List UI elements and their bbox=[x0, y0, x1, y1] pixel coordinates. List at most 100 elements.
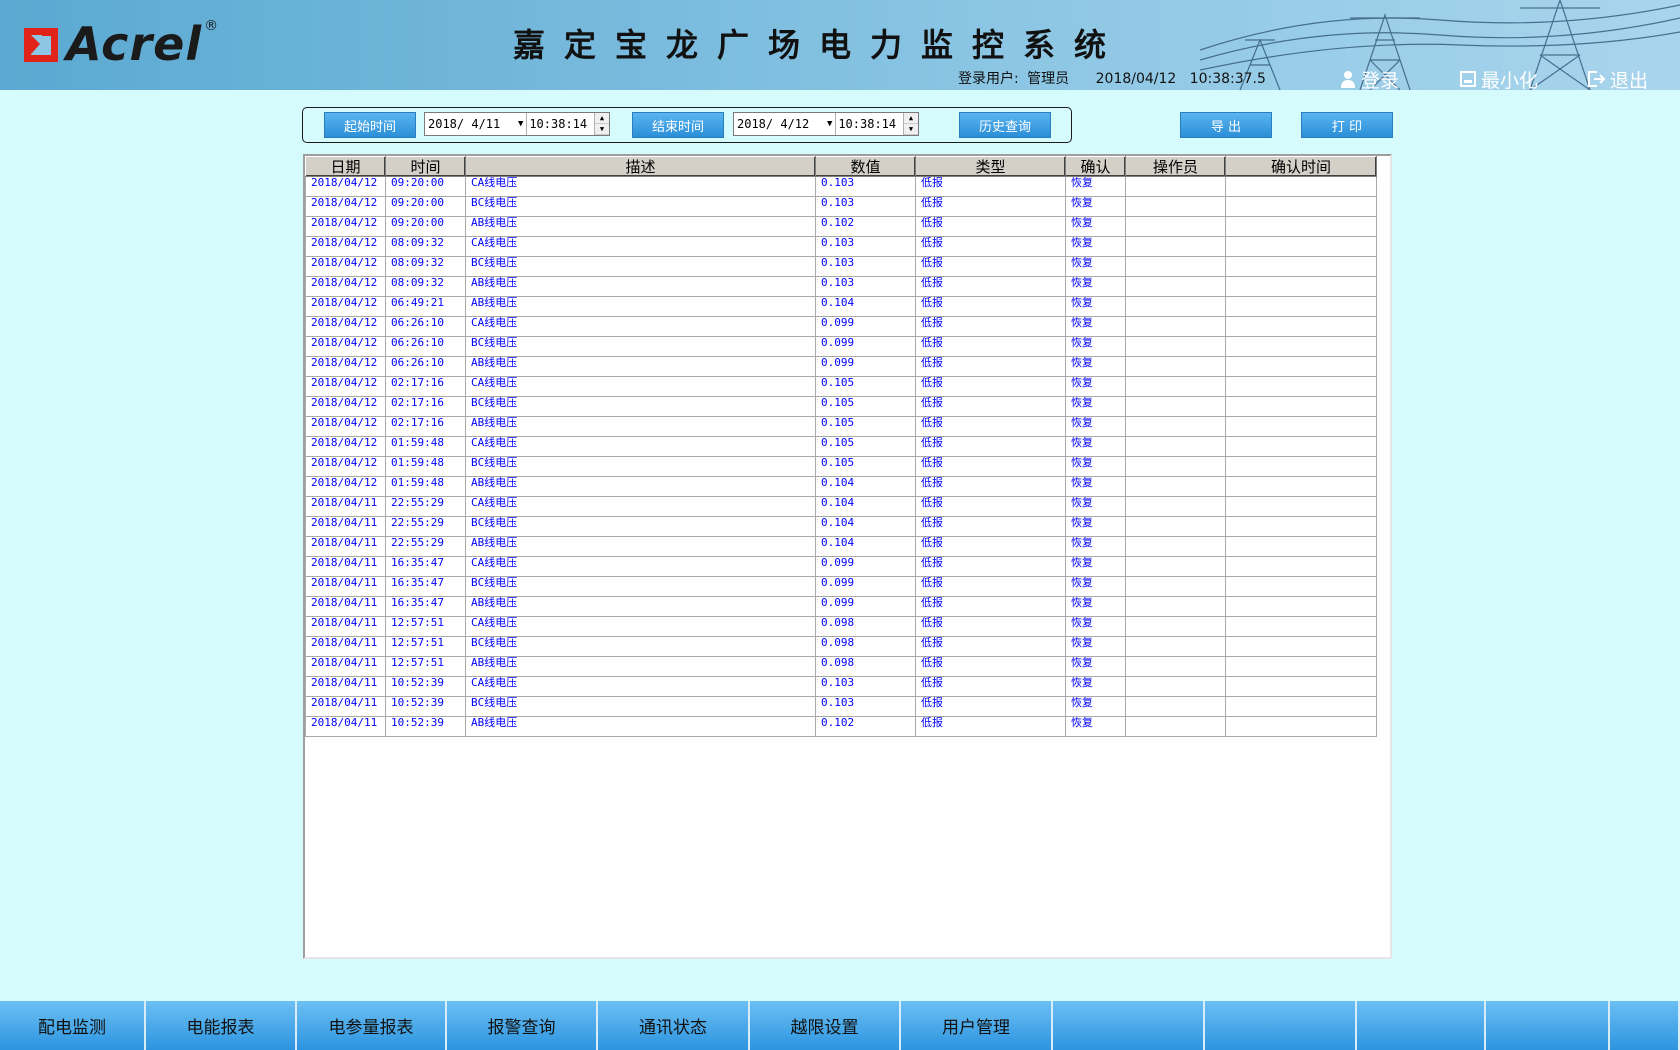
date-cell: 2018/04/12 bbox=[305, 256, 386, 277]
table-row[interactable]: 2018/04/11 12:57:51 CA线电压 0.098 低报 恢复 bbox=[305, 616, 1377, 637]
table-row[interactable]: 2018/04/12 08:09:32 BC线电压 0.103 低报 恢复 bbox=[305, 256, 1377, 277]
confirm-time-cell bbox=[1225, 356, 1377, 377]
table-row[interactable]: 2018/04/12 06:26:10 AB线电压 0.099 低报 恢复 bbox=[305, 356, 1377, 377]
date-cell: 2018/04/12 bbox=[305, 376, 386, 397]
nav-item[interactable]: 越限设置 bbox=[750, 1001, 901, 1050]
end-datetime-picker[interactable]: 2018/ 4/12 ▼ 10:38:14 ▲ ▼ bbox=[733, 112, 919, 136]
table-row[interactable]: 2018/04/11 22:55:29 AB线电压 0.104 低报 恢复 bbox=[305, 536, 1377, 557]
nav-item[interactable]: 通讯状态 bbox=[598, 1001, 750, 1050]
start-datetime-picker[interactable]: 2018/ 4/11 ▼ 10:38:14 ▲ ▼ bbox=[424, 112, 610, 136]
start-time-field[interactable]: 10:38:14 bbox=[526, 113, 594, 135]
description-cell: BC线电压 bbox=[465, 696, 816, 717]
history-query-button[interactable]: 历史查询 bbox=[959, 112, 1051, 138]
time-cell: 06:49:21 bbox=[385, 296, 466, 317]
spin-down-icon[interactable]: ▼ bbox=[903, 124, 918, 135]
nav-item[interactable]: 电能报表 bbox=[146, 1001, 297, 1050]
table-row[interactable]: 2018/04/12 06:26:10 CA线电压 0.099 低报 恢复 bbox=[305, 316, 1377, 337]
time-cell: 22:55:29 bbox=[385, 516, 466, 537]
operator-cell bbox=[1125, 516, 1226, 537]
nav-item[interactable]: 配电监测 bbox=[0, 1001, 146, 1050]
print-button[interactable]: 打 印 bbox=[1301, 112, 1393, 138]
table-row[interactable]: 2018/04/12 06:26:10 BC线电压 0.099 低报 恢复 bbox=[305, 336, 1377, 357]
confirm-time-cell bbox=[1225, 476, 1377, 497]
spin-down-icon[interactable]: ▼ bbox=[594, 124, 609, 135]
exit-icon bbox=[1588, 71, 1605, 87]
confirm-time-cell bbox=[1225, 276, 1377, 297]
time-cell: 12:57:51 bbox=[385, 636, 466, 657]
nav-item[interactable]: 报警查询 bbox=[447, 1001, 598, 1050]
value-cell: 0.104 bbox=[815, 536, 916, 557]
confirm-time-cell bbox=[1225, 436, 1377, 457]
nav-item[interactable]: 用户管理 bbox=[901, 1001, 1053, 1050]
current-datetime: 2018/04/12 10:38:37.5 bbox=[1095, 71, 1266, 87]
minimize-button[interactable]: 最小化 bbox=[1460, 68, 1538, 90]
date-cell: 2018/04/12 bbox=[305, 416, 386, 437]
time-cell: 08:09:32 bbox=[385, 256, 466, 277]
confirm-time-cell bbox=[1225, 176, 1377, 197]
table-row[interactable]: 2018/04/12 08:09:32 CA线电压 0.103 低报 恢复 bbox=[305, 236, 1377, 257]
table-row[interactable]: 2018/04/12 09:20:00 CA线电压 0.103 低报 恢复 bbox=[305, 176, 1377, 197]
date-cell: 2018/04/12 bbox=[305, 236, 386, 257]
start-date-field[interactable]: 2018/ 4/11 bbox=[425, 113, 515, 135]
column-header[interactable]: 描述 bbox=[465, 156, 816, 177]
table-row[interactable]: 2018/04/12 09:20:00 BC线电压 0.103 低报 恢复 bbox=[305, 196, 1377, 217]
table-row[interactable]: 2018/04/11 10:52:39 AB线电压 0.102 低报 恢复 bbox=[305, 716, 1377, 737]
date-cell: 2018/04/11 bbox=[305, 696, 386, 717]
value-cell: 0.104 bbox=[815, 516, 916, 537]
nav-item-empty bbox=[1205, 1001, 1357, 1050]
table-row[interactable]: 2018/04/11 10:52:39 CA线电压 0.103 低报 恢复 bbox=[305, 676, 1377, 697]
end-time-spinner[interactable]: ▲ ▼ bbox=[902, 113, 918, 135]
date-cell: 2018/04/11 bbox=[305, 556, 386, 577]
table-row[interactable]: 2018/04/11 10:52:39 BC线电压 0.103 低报 恢复 bbox=[305, 696, 1377, 717]
end-time-button[interactable]: 结束时间 bbox=[632, 112, 724, 138]
date-cell: 2018/04/12 bbox=[305, 356, 386, 377]
column-header[interactable]: 确认 bbox=[1065, 156, 1126, 177]
end-date-field[interactable]: 2018/ 4/12 bbox=[734, 113, 824, 135]
time-cell: 16:35:47 bbox=[385, 556, 466, 577]
table-row[interactable]: 2018/04/12 02:17:16 AB线电压 0.105 低报 恢复 bbox=[305, 416, 1377, 437]
start-time-button[interactable]: 起始时间 bbox=[324, 112, 416, 138]
spin-up-icon[interactable]: ▲ bbox=[594, 113, 609, 124]
table-row[interactable]: 2018/04/12 02:17:16 CA线电压 0.105 低报 恢复 bbox=[305, 376, 1377, 397]
table-row[interactable]: 2018/04/11 12:57:51 BC线电压 0.098 低报 恢复 bbox=[305, 636, 1377, 657]
type-cell: 低报 bbox=[915, 676, 1066, 697]
time-cell: 12:57:51 bbox=[385, 656, 466, 677]
end-time-field[interactable]: 10:38:14 bbox=[835, 113, 903, 135]
table-row[interactable]: 2018/04/12 06:49:21 AB线电压 0.104 低报 恢复 bbox=[305, 296, 1377, 317]
exit-button[interactable]: 退出 bbox=[1587, 68, 1648, 90]
column-header[interactable]: 数值 bbox=[815, 156, 916, 177]
time-cell: 06:26:10 bbox=[385, 356, 466, 377]
export-button[interactable]: 导 出 bbox=[1180, 112, 1272, 138]
description-cell: CA线电压 bbox=[465, 316, 816, 337]
column-header[interactable]: 日期 bbox=[305, 156, 386, 177]
column-header[interactable]: 操作员 bbox=[1125, 156, 1226, 177]
table-row[interactable]: 2018/04/11 16:35:47 BC线电压 0.099 低报 恢复 bbox=[305, 576, 1377, 597]
column-header[interactable]: 时间 bbox=[385, 156, 466, 177]
alarm-table-container[interactable]: 日期 时间 描述 数值 类型 确认 操作员 确认时间 2018/04/12 09:20:00 CA… bbox=[303, 154, 1392, 959]
spin-up-icon[interactable]: ▲ bbox=[903, 113, 918, 124]
table-row[interactable]: 2018/04/12 01:59:48 CA线电压 0.105 低报 恢复 bbox=[305, 436, 1377, 457]
table-row[interactable]: 2018/04/12 02:17:16 BC线电压 0.105 低报 恢复 bbox=[305, 396, 1377, 417]
type-cell: 低报 bbox=[915, 536, 1066, 557]
table-row[interactable]: 2018/04/12 01:59:48 AB线电压 0.104 低报 恢复 bbox=[305, 476, 1377, 497]
type-cell: 低报 bbox=[915, 296, 1066, 317]
table-row[interactable]: 2018/04/12 08:09:32 AB线电压 0.103 低报 恢复 bbox=[305, 276, 1377, 297]
confirm-cell: 恢复 bbox=[1065, 456, 1126, 477]
table-row[interactable]: 2018/04/11 22:55:29 CA线电压 0.104 低报 恢复 bbox=[305, 496, 1377, 517]
table-row[interactable]: 2018/04/12 01:59:48 BC线电压 0.105 低报 恢复 bbox=[305, 456, 1377, 477]
column-header[interactable]: 类型 bbox=[915, 156, 1066, 177]
value-cell: 0.105 bbox=[815, 416, 916, 437]
table-row[interactable]: 2018/04/11 16:35:47 CA线电压 0.099 低报 恢复 bbox=[305, 556, 1377, 577]
nav-item[interactable]: 电参量报表 bbox=[297, 1001, 447, 1050]
table-row[interactable]: 2018/04/12 09:20:00 AB线电压 0.102 低报 恢复 bbox=[305, 216, 1377, 237]
table-row[interactable]: 2018/04/11 22:55:29 BC线电压 0.104 低报 恢复 bbox=[305, 516, 1377, 537]
value-cell: 0.098 bbox=[815, 656, 916, 677]
start-time-spinner[interactable]: ▲ ▼ bbox=[593, 113, 609, 135]
table-row[interactable]: 2018/04/11 16:35:47 AB线电压 0.099 低报 恢复 bbox=[305, 596, 1377, 617]
start-date-dropdown-icon[interactable]: ▼ bbox=[515, 119, 526, 129]
end-date-dropdown-icon[interactable]: ▼ bbox=[824, 119, 835, 129]
column-header[interactable]: 确认时间 bbox=[1225, 156, 1377, 177]
login-button[interactable]: 登录 bbox=[1340, 68, 1399, 90]
date-cell: 2018/04/12 bbox=[305, 176, 386, 197]
table-row[interactable]: 2018/04/11 12:57:51 AB线电压 0.098 低报 恢复 bbox=[305, 656, 1377, 677]
